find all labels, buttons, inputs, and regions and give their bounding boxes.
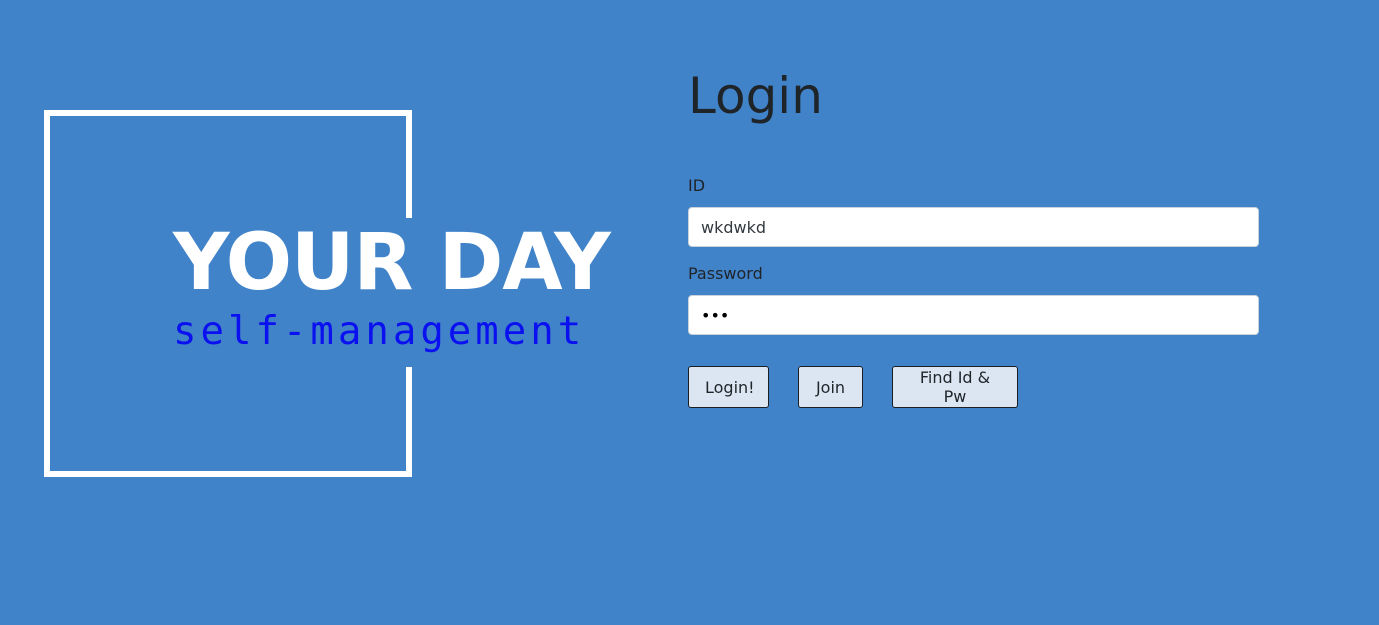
find-id-pw-button[interactable]: Find Id & Pw <box>892 366 1018 408</box>
password-label: Password <box>688 264 763 283</box>
password-input[interactable] <box>688 295 1259 335</box>
login-button[interactable]: Login! <box>688 366 769 408</box>
brand-logo: YOUR DAY self-management <box>0 0 660 625</box>
logo-subtitle: self-management <box>173 309 586 354</box>
join-button[interactable]: Join <box>798 366 863 408</box>
id-label: ID <box>688 176 706 195</box>
login-form: Login ID Password Login! Join Find Id & … <box>688 0 1268 625</box>
logo-title: YOUR DAY <box>173 218 611 308</box>
id-input[interactable] <box>688 207 1259 247</box>
page-title: Login <box>688 67 823 125</box>
